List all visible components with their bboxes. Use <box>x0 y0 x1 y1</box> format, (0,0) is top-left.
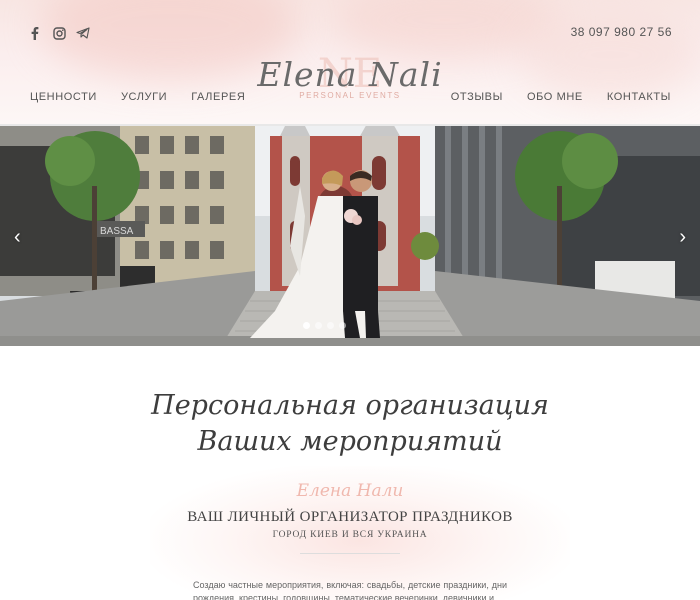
nav-item-contacts[interactable]: КОНТАКТЫ <box>607 91 671 103</box>
slider-next-arrow-icon[interactable]: › <box>679 226 686 249</box>
nav-item-values[interactable]: ЦЕННОСТИ <box>30 91 97 103</box>
slider-dot[interactable] <box>315 322 322 329</box>
nav-item-gallery[interactable]: ГАЛЕРЕЯ <box>191 91 245 103</box>
section-heading: ВАШ ЛИЧНЫЙ ОРГАНИЗАТОР ПРАЗДНИКОВ <box>187 509 513 525</box>
site-header: 38 097 980 27 56 ЦЕННОСТИ УСЛУГИ ГАЛЕРЕЯ… <box>0 0 700 124</box>
nav-item-reviews[interactable]: ОТЗЫВЫ <box>451 91 503 103</box>
telegram-icon[interactable] <box>76 26 90 40</box>
phone-number[interactable]: 38 097 980 27 56 <box>571 25 672 39</box>
nav-item-about[interactable]: ОБО МНЕ <box>527 91 583 103</box>
watercolor-wash <box>520 10 700 100</box>
site-logo[interactable]: NE Elena Nali PERSONAL EVENTS <box>255 51 445 115</box>
hero-photo: BASSA <box>0 126 700 348</box>
shop-sign: BASSA <box>100 226 134 237</box>
social-links <box>28 26 90 40</box>
logo-name: Elena Nali <box>257 55 443 94</box>
slider-prev-arrow-icon[interactable]: ‹ <box>14 226 21 249</box>
main-nav-left: ЦЕННОСТИ УСЛУГИ ГАЛЕРЕЯ <box>30 91 245 103</box>
intro-section: Персональная организация Ваших мероприят… <box>0 346 700 600</box>
section-subheading: ГОРОД КИЕВ И ВСЯ УКРАИНА <box>272 530 428 540</box>
headline-line-2: Ваших мероприятий <box>197 426 503 457</box>
slider-dot[interactable] <box>339 322 346 329</box>
logo-subtitle: PERSONAL EVENTS <box>299 91 401 100</box>
hero-slider[interactable]: BASSA ‹ › <box>0 124 700 348</box>
nav-item-services[interactable]: УСЛУГИ <box>121 91 167 103</box>
slider-dot[interactable] <box>303 322 310 329</box>
headline-line-1: Персональная организация <box>151 390 549 421</box>
facebook-icon[interactable] <box>28 26 42 40</box>
intro-paragraph: Создаю частные мероприятия, включая: сва… <box>193 580 507 600</box>
signature: Елена Нали <box>296 481 404 501</box>
divider <box>300 553 400 554</box>
main-nav-right: ОТЗЫВЫ ОБО МНЕ КОНТАКТЫ <box>451 91 671 103</box>
slider-dots <box>303 322 346 329</box>
slider-dot[interactable] <box>327 322 334 329</box>
instagram-icon[interactable] <box>52 26 66 40</box>
